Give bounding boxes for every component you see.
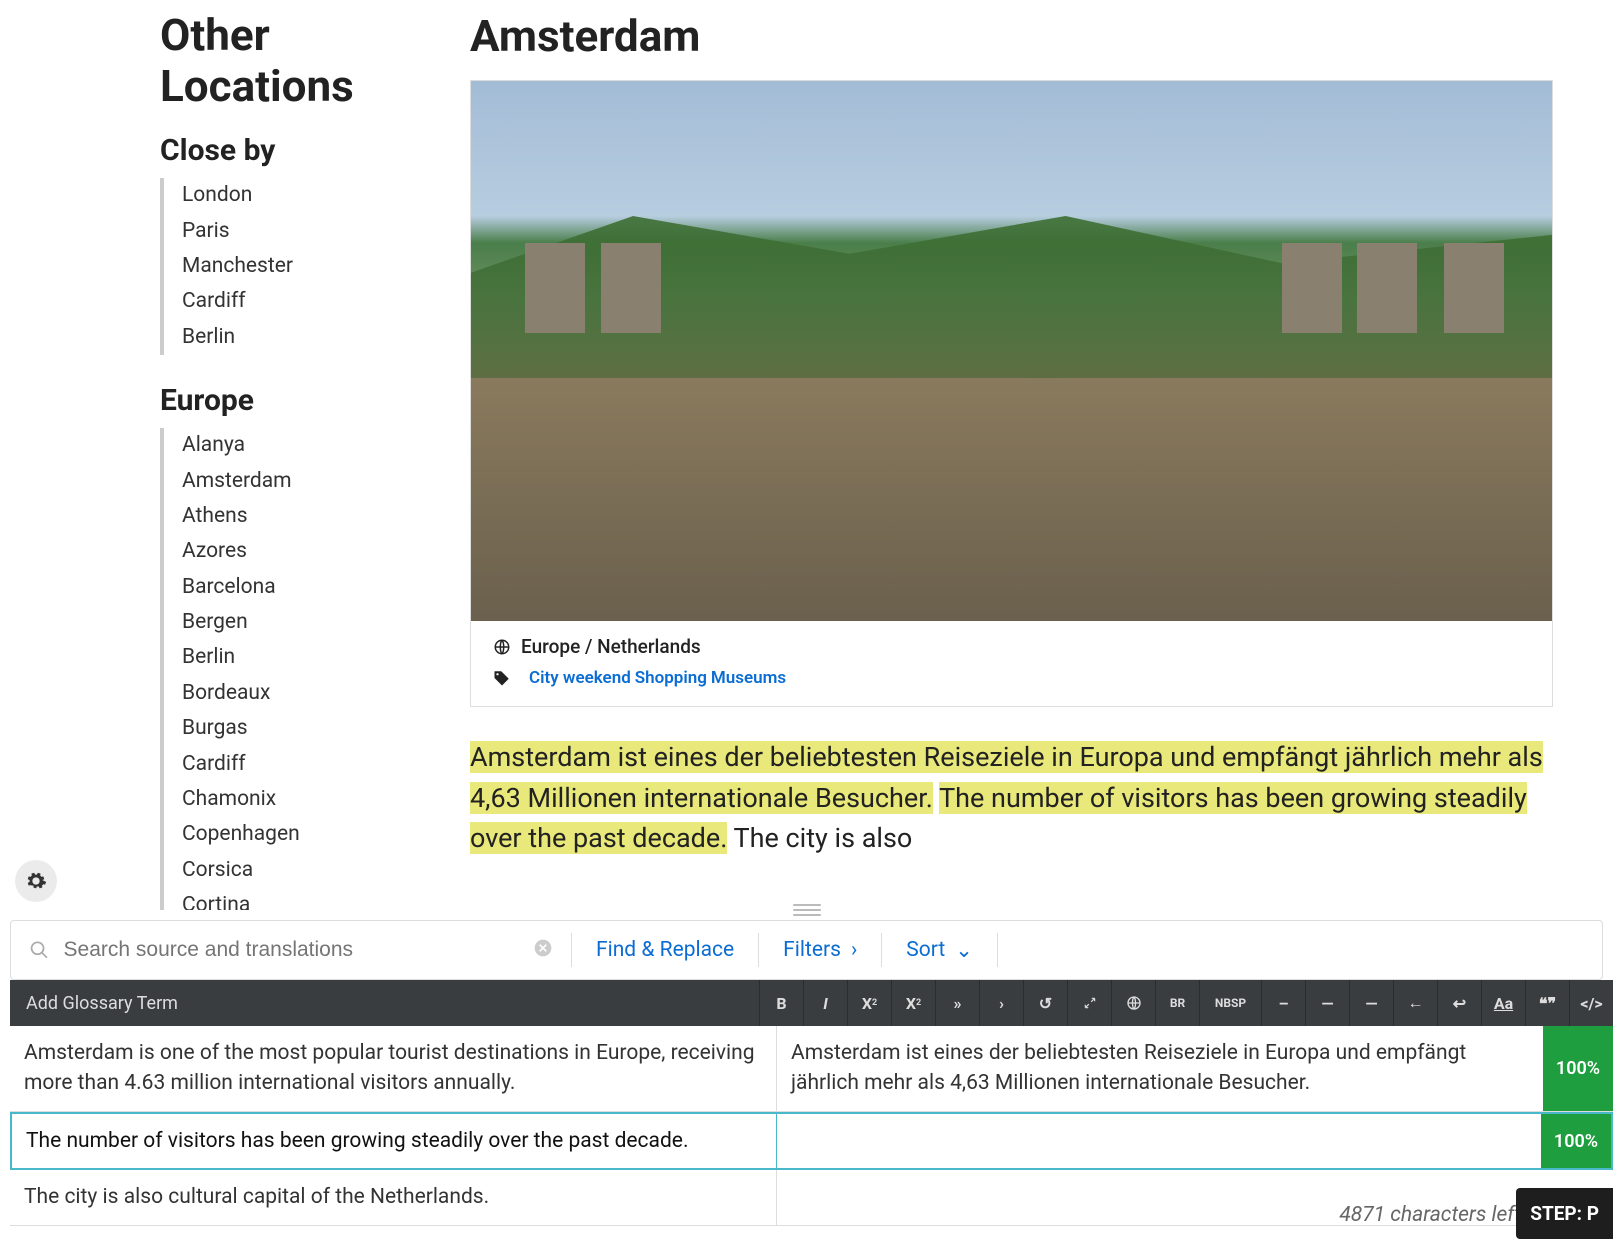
insert-raquo-button[interactable]: » (935, 980, 979, 1026)
characters-left: 4871 characters left (1339, 1203, 1521, 1227)
tag-link[interactable]: Shopping (635, 668, 707, 688)
sidebar-item[interactable]: Athens (182, 499, 440, 534)
undo-button[interactable]: ↺ (1023, 980, 1067, 1026)
sidebar-section-heading: Europe (160, 383, 440, 418)
sidebar-item[interactable]: Cardiff (182, 747, 440, 782)
sidebar-item[interactable]: Azores (182, 534, 440, 569)
sidebar-item[interactable]: Cortina (182, 888, 440, 910)
chevron-down-icon: ⌄ (955, 938, 973, 963)
sidebar-item[interactable]: Berlin (182, 640, 440, 675)
globe-icon (493, 638, 511, 656)
sidebar-item[interactable]: Copenhagen (182, 817, 440, 852)
tag-link[interactable]: City weekend (529, 668, 631, 688)
quote-button[interactable]: ❝❞ (1525, 980, 1569, 1026)
segment-row[interactable]: Amsterdam is one of the most popular tou… (10, 1026, 1613, 1112)
sidebar: Other Locations Close by LondonParisManch… (0, 10, 470, 910)
sidebar-section-heading: Close by (160, 133, 440, 168)
sidebar-item[interactable]: Cardiff (182, 284, 440, 319)
sort-button[interactable]: Sort ⌄ (882, 938, 997, 963)
tag-link[interactable]: Museums (711, 668, 786, 688)
sidebar-item[interactable]: Alanya (182, 428, 440, 463)
globe-button[interactable] (1111, 980, 1155, 1026)
segment-row[interactable]: The number of visitors has been growing … (10, 1112, 1613, 1170)
settings-button[interactable] (15, 860, 57, 902)
sidebar-list: LondonParisManchesterCardiffBerlin (160, 178, 440, 355)
segments-table: Amsterdam is one of the most popular tou… (10, 1026, 1613, 1226)
segment-source: The number of visitors has been growing … (12, 1114, 777, 1168)
sidebar-title: Other Locations (160, 10, 440, 111)
chevron-right-icon: › (851, 938, 857, 962)
segment-source: Amsterdam is one of the most popular tou… (10, 1026, 777, 1111)
search-icon (29, 939, 50, 961)
breadcrumb: Europe / Netherlands (521, 635, 701, 658)
code-button[interactable]: </> (1569, 980, 1613, 1026)
preview-trail: The city is also (734, 822, 913, 854)
sidebar-item[interactable]: Chamonix (182, 782, 440, 817)
segment-score: 100% (1543, 1026, 1613, 1111)
sidebar-item[interactable]: London (182, 178, 440, 213)
left-arrow-button[interactable]: ← (1393, 980, 1437, 1026)
search-toolbar: Find & Replace Filters › Sort ⌄ (10, 920, 1603, 980)
page-title: Amsterdam (470, 10, 1553, 62)
superscript-button[interactable]: X2 (847, 980, 891, 1026)
dash-button-2[interactable]: — (1305, 980, 1349, 1026)
tag-icon (493, 669, 511, 687)
nbsp-button[interactable]: NBSP (1199, 980, 1261, 1026)
br-button[interactable]: BR (1155, 980, 1199, 1026)
sidebar-item[interactable]: Berlin (182, 320, 440, 355)
sidebar-item[interactable]: Amsterdam (182, 464, 440, 499)
segment-target[interactable]: Amsterdam ist eines der beliebtesten Rei… (777, 1026, 1543, 1111)
collapse-button[interactable] (1067, 980, 1111, 1026)
filters-button[interactable]: Filters › (759, 938, 881, 962)
main-content: Amsterdam Europe / Netherlands City wee (470, 10, 1613, 910)
return-button[interactable]: ↩ (1437, 980, 1481, 1026)
sidebar-item[interactable]: Manchester (182, 249, 440, 284)
sidebar-item[interactable]: Barcelona (182, 570, 440, 605)
sidebar-list: AlanyaAmsterdamAthensAzoresBarcelonaBerg… (160, 428, 440, 910)
gear-icon (25, 870, 47, 892)
step-badge: STEP: P (1516, 1188, 1613, 1239)
segment-target[interactable] (777, 1114, 1541, 1168)
hero-card: Europe / Netherlands City weekend Shoppi… (470, 80, 1553, 707)
clear-search-button[interactable] (533, 938, 553, 963)
sidebar-item[interactable]: Corsica (182, 853, 440, 888)
insert-rsaquo-button[interactable]: › (979, 980, 1023, 1026)
find-replace-button[interactable]: Find & Replace (572, 938, 758, 962)
segment-score: 100% (1541, 1114, 1611, 1168)
sidebar-item[interactable]: Bergen (182, 605, 440, 640)
hero-image (471, 81, 1552, 621)
preview-text: Amsterdam ist eines der beliebtesten Rei… (470, 737, 1553, 859)
format-toolbar: Add Glossary Term B I X2 X2 » › ↺ BR NBS… (10, 980, 1613, 1026)
sidebar-item[interactable]: Paris (182, 214, 440, 249)
subscript-button[interactable]: X2 (891, 980, 935, 1026)
add-glossary-button[interactable]: Add Glossary Term (10, 993, 194, 1014)
dash-button-3[interactable]: — (1349, 980, 1393, 1026)
segment-source: The city is also cultural capital of the… (10, 1170, 777, 1224)
search-input[interactable] (64, 938, 553, 962)
dash-button-1[interactable]: – (1261, 980, 1305, 1026)
sidebar-item[interactable]: Bordeaux (182, 676, 440, 711)
sidebar-item[interactable]: Burgas (182, 711, 440, 746)
italic-button[interactable]: I (803, 980, 847, 1026)
drag-handle[interactable] (793, 902, 821, 918)
bold-button[interactable]: B (759, 980, 803, 1026)
case-button[interactable]: Aa (1481, 980, 1525, 1026)
